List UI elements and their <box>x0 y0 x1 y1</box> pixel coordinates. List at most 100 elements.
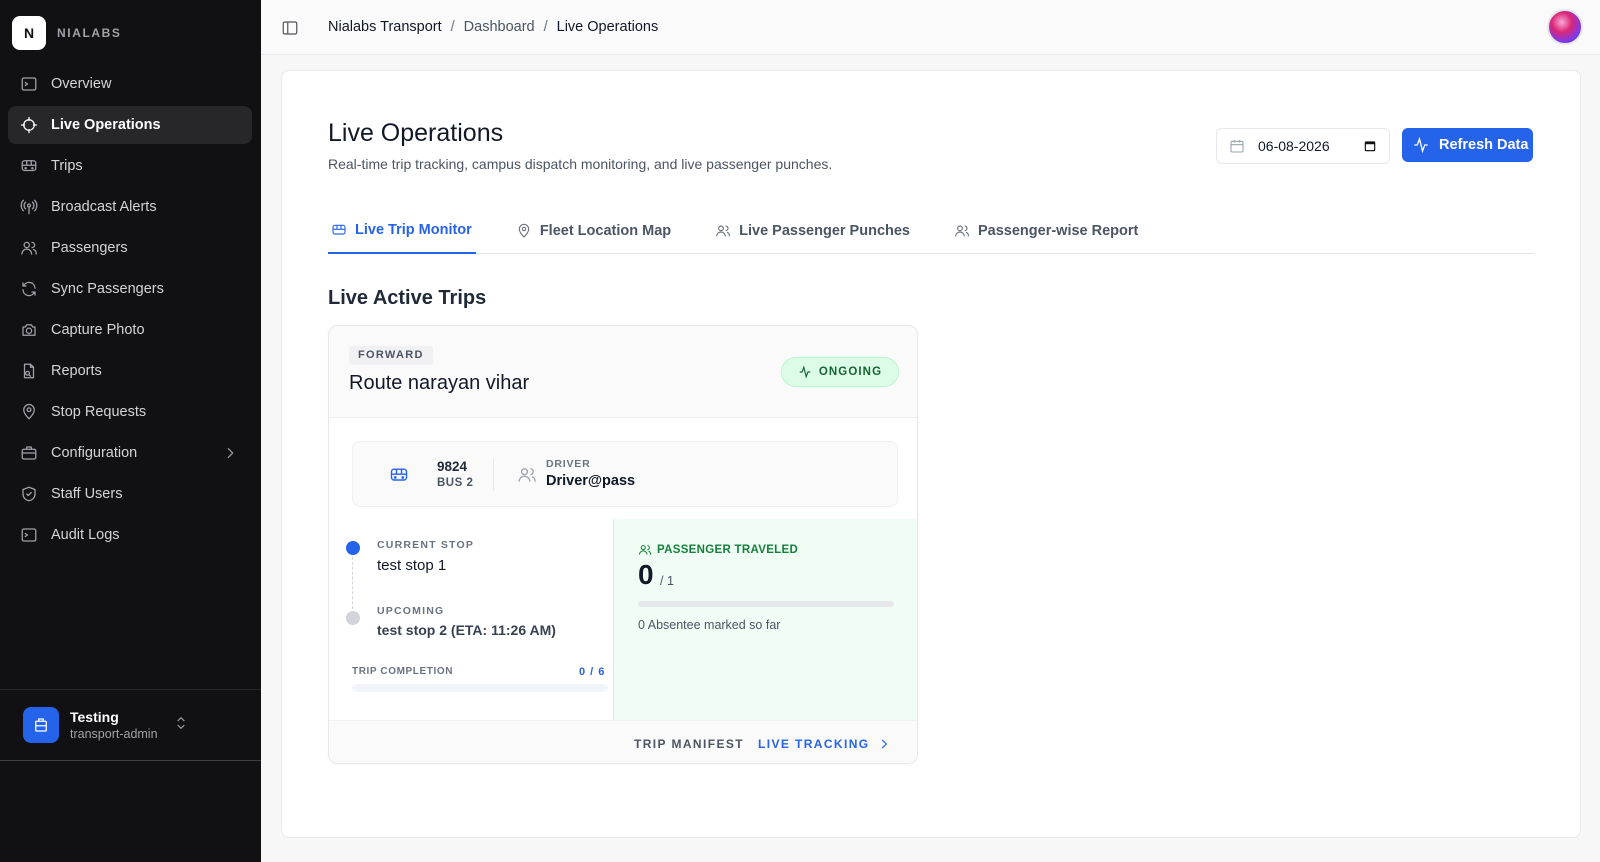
sidebar-item-staff-users[interactable]: Staff Users <box>8 475 252 513</box>
crosshair-icon <box>20 116 38 134</box>
breadcrumb-item[interactable]: Dashboard <box>464 19 535 35</box>
sidebar-item-audit-logs[interactable]: Audit Logs <box>8 516 252 554</box>
bus-icon <box>389 465 409 490</box>
chevron-right-icon[interactable] <box>222 445 238 461</box>
driver-icon <box>517 465 537 490</box>
sidebar-item-label: Sync Passengers <box>51 281 164 297</box>
driver-label: DRIVER <box>546 458 591 470</box>
absentee-text: 0 Absentee marked so far <box>638 618 781 632</box>
user-role: transport-admin <box>70 726 158 741</box>
user-avatar <box>23 707 59 743</box>
terminal-icon <box>20 75 38 93</box>
status-badge: ONGOING <box>781 357 899 387</box>
sidebar-footer: Testing transport-admin <box>0 689 261 761</box>
sidebar-item-overview[interactable]: Overview <box>8 65 252 103</box>
upcoming-stop-dot <box>346 611 360 625</box>
breadcrumb: Nialabs Transport / Dashboard / Live Ope… <box>328 19 658 35</box>
sidebar-item-label: Broadcast Alerts <box>51 199 157 215</box>
tab-fleet-location-map[interactable]: Fleet Location Map <box>513 207 675 254</box>
refresh-icon <box>20 280 38 298</box>
tab-passenger-wise-report[interactable]: Passenger-wise Report <box>951 207 1142 254</box>
sidebar-nav: Overview Live Operations Trips Broadcast… <box>8 65 252 557</box>
trip-completion-bar <box>352 684 608 692</box>
passenger-count: 0 <box>638 559 654 590</box>
trip-completion-value: 0 / 6 <box>579 666 606 678</box>
sidebar-item-label: Passengers <box>51 240 128 256</box>
sidebar-item-sync-passengers[interactable]: Sync Passengers <box>8 270 252 308</box>
timeline-line <box>352 557 353 609</box>
section-title: Live Active Trips <box>328 287 487 309</box>
trip-completion-label: TRIP COMPLETION <box>352 666 454 677</box>
sidebar-item-label: Capture Photo <box>51 322 145 338</box>
file-icon <box>20 362 38 380</box>
sidebar-item-stop-requests[interactable]: Stop Requests <box>8 393 252 431</box>
live-tracking-label: LIVE TRACKING <box>758 737 870 751</box>
tab-label: Passenger-wise Report <box>978 222 1139 239</box>
sidebar-item-label: Overview <box>51 76 112 92</box>
sidebar-item-configuration[interactable]: Configuration <box>8 434 252 472</box>
sidebar-toggle-icon[interactable] <box>281 19 299 37</box>
bus-number: 9824 <box>437 459 468 474</box>
users-icon <box>638 545 652 555</box>
main-card: Live Operations Real-time trip tracking,… <box>281 70 1581 838</box>
sidebar-item-label: Reports <box>51 363 102 379</box>
passenger-panel: PASSENGER TRAVELED 0 / 1 0 Absentee mark… <box>613 519 917 721</box>
breadcrumb-item[interactable]: Nialabs Transport <box>328 19 442 35</box>
calendar-picker-icon[interactable] <box>1363 139 1377 153</box>
current-stop-label: CURRENT STOP <box>377 539 475 551</box>
sidebar-item-capture-photo[interactable]: Capture Photo <box>8 311 252 349</box>
tab-live-trip-monitor[interactable]: Live Trip Monitor <box>328 207 476 254</box>
calendar-icon <box>1229 138 1245 154</box>
bus-icon <box>332 224 346 235</box>
brand[interactable]: N NIALABS <box>12 16 122 50</box>
sidebar-item-label: Stop Requests <box>51 404 147 420</box>
chevrons-up-down-icon[interactable] <box>173 714 189 737</box>
status-label: ONGOING <box>818 366 883 378</box>
tab-label: Fleet Location Map <box>539 222 672 239</box>
brand-logo: N <box>12 16 46 50</box>
passenger-traveled-label: PASSENGER TRAVELED <box>657 544 799 556</box>
user-text: Testing transport-admin <box>70 709 158 742</box>
current-stop-value: test stop 1 <box>377 557 447 574</box>
bus-name: BUS 2 <box>437 477 474 489</box>
breadcrumb-separator: / <box>450 19 455 35</box>
users-icon <box>716 224 731 236</box>
refresh-label: Refresh Data <box>1439 137 1529 153</box>
shield-icon <box>20 485 38 503</box>
live-tracking-button[interactable]: LIVE TRACKING <box>758 737 891 751</box>
sidebar-item-passengers[interactable]: Passengers <box>8 229 252 267</box>
profile-avatar[interactable] <box>1547 9 1583 45</box>
vehicle-info: 9824 BUS 2 DRIVER Driver@pass <box>352 441 898 507</box>
sidebar-item-live-operations[interactable]: Live Operations <box>8 106 252 144</box>
sidebar-item-reports[interactable]: Reports <box>8 352 252 390</box>
activity-icon <box>799 365 811 379</box>
sidebar-item-label: Staff Users <box>51 486 123 502</box>
sidebar: N NIALABS Overview Live Operations Trips… <box>0 0 261 862</box>
page-title: Live Operations <box>328 119 504 147</box>
upcoming-stop-label: UPCOMING <box>377 605 445 617</box>
user-switcher[interactable]: Testing transport-admin <box>23 707 158 743</box>
driver-name: Driver@pass <box>546 473 636 489</box>
refresh-data-button[interactable]: Refresh Data <box>1402 128 1533 162</box>
terminal-icon <box>20 526 38 544</box>
stop-timeline: CURRENT STOP test stop 1 UPCOMING test s… <box>329 516 612 716</box>
breadcrumb-current: Live Operations <box>556 19 659 35</box>
trip-card-footer: TRIP MANIFEST LIVE TRACKING <box>329 720 917 763</box>
sidebar-item-label: Trips <box>51 158 83 174</box>
sidebar-item-trips[interactable]: Trips <box>8 147 252 185</box>
current-stop-dot <box>346 541 360 555</box>
topbar: Nialabs Transport / Dashboard / Live Ope… <box>261 0 1600 55</box>
date-value: 06-08-2026 <box>1258 138 1330 154</box>
passenger-traveled-header: PASSENGER TRAVELED <box>638 543 798 557</box>
divider <box>493 459 494 491</box>
map-pin-icon <box>20 403 38 421</box>
tab-live-passenger-punches[interactable]: Live Passenger Punches <box>712 207 914 254</box>
sidebar-item-broadcast-alerts[interactable]: Broadcast Alerts <box>8 188 252 226</box>
bus-icon <box>20 157 38 175</box>
trip-manifest-button[interactable]: TRIP MANIFEST <box>634 737 744 751</box>
users-icon <box>955 224 969 236</box>
tab-label: Live Passenger Punches <box>739 222 910 239</box>
brand-name: NIALABS <box>57 26 122 40</box>
map-pin-icon <box>518 223 530 238</box>
date-picker[interactable]: 06-08-2026 <box>1216 128 1390 164</box>
